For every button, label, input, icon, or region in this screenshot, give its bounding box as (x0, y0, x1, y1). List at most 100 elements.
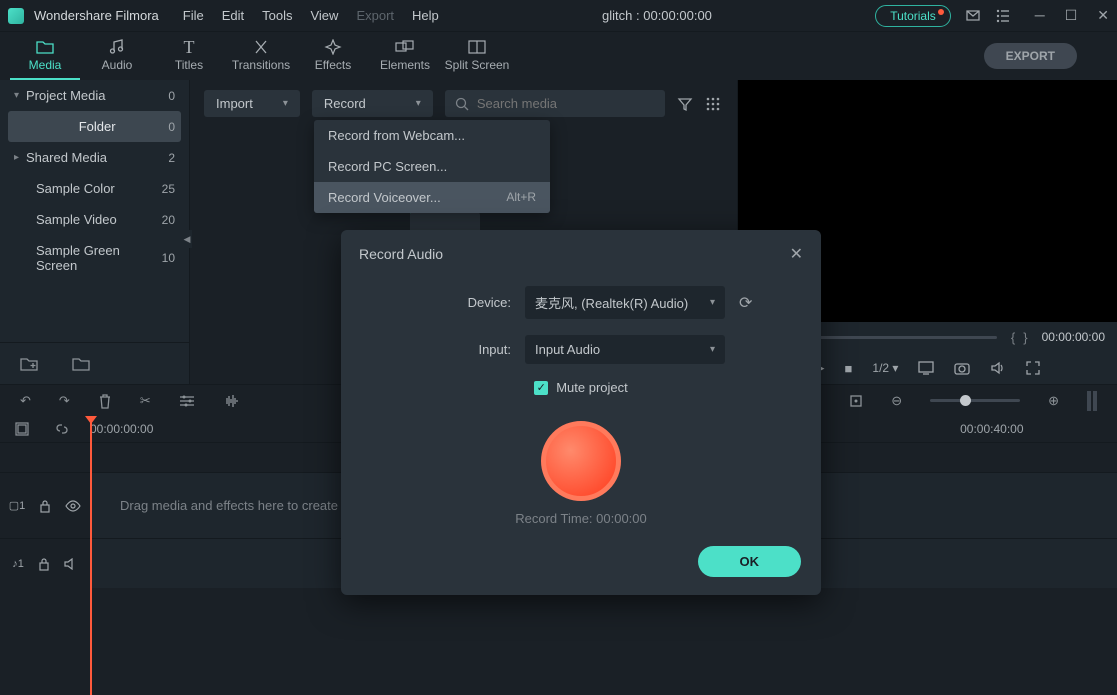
stop-button[interactable]: ■ (845, 361, 853, 376)
chevron-down-icon: ▾ (416, 98, 421, 109)
zoom-in-icon[interactable]: ⊕ (1048, 393, 1059, 409)
lock-icon[interactable] (38, 557, 50, 571)
menu-record-webcam[interactable]: Record from Webcam... (314, 120, 550, 151)
collapse-handle-icon[interactable]: ◀ (182, 230, 192, 248)
menu-record-voiceover[interactable]: Record Voiceover... Alt+R (314, 182, 550, 213)
menu-view[interactable]: View (310, 8, 338, 23)
title-bar-right: Tutorials ─ ☐ ✕ (875, 5, 1109, 27)
mute-label: Mute project (556, 380, 628, 395)
tab-effects[interactable]: Effects (298, 32, 368, 80)
chevron-down-icon: ▾ (710, 297, 715, 308)
project-title: glitch : 00:00:00:00 (439, 8, 875, 23)
fullscreen-icon[interactable] (1026, 361, 1040, 375)
tab-bar: Media Audio T Titles Transitions Effects… (0, 32, 1117, 80)
mark-out-icon[interactable]: } (1023, 330, 1027, 345)
main-menu: File Edit Tools View Export Help (183, 8, 439, 23)
search-icon (455, 97, 469, 111)
notify-icon[interactable] (965, 8, 981, 24)
adjust-button[interactable] (179, 394, 195, 408)
timeline-layers-icon[interactable] (14, 421, 30, 437)
refresh-icon[interactable]: ⟳ (739, 293, 752, 313)
cut-button[interactable]: ✂ (140, 393, 151, 409)
display-icon[interactable] (918, 361, 934, 375)
volume-icon[interactable] (990, 361, 1006, 375)
sidebar-item-sample-green[interactable]: Sample Green Screen 10 (0, 235, 189, 281)
sidebar: ▾ Project Media 0 Folder 0 ▸ Shared Medi… (0, 80, 190, 384)
filter-icon[interactable] (677, 96, 693, 112)
tasks-icon[interactable] (995, 8, 1011, 24)
export-button[interactable]: EXPORT (984, 43, 1077, 69)
maximize-button[interactable]: ☐ (1065, 7, 1078, 24)
volume-meter (1087, 391, 1097, 411)
app-logo-icon (8, 8, 24, 24)
playhead[interactable] (90, 416, 92, 695)
sidebar-item-sample-video[interactable]: Sample Video 20 (0, 204, 189, 235)
music-icon (108, 38, 126, 56)
search-field[interactable] (445, 90, 665, 117)
menu-export: Export (356, 8, 394, 23)
device-row: Device: 麦克风, (Realtek(R) Audio) ▾ ⟳ (341, 278, 821, 327)
tab-transitions[interactable]: Transitions (226, 32, 296, 80)
sidebar-item-shared-media[interactable]: ▸ Shared Media 2 (0, 142, 189, 173)
transitions-icon (252, 38, 270, 56)
ok-button[interactable]: OK (698, 546, 802, 577)
speaker-icon[interactable] (64, 558, 78, 570)
video-track-label: ▢1 (9, 499, 26, 512)
window-controls: ─ ☐ ✕ (1035, 7, 1109, 24)
tab-elements[interactable]: Elements (370, 32, 440, 80)
minimize-button[interactable]: ─ (1035, 7, 1045, 24)
mark-in-icon[interactable]: { (1011, 330, 1015, 345)
close-button[interactable]: ✕ (1097, 7, 1109, 24)
search-input[interactable] (477, 96, 655, 111)
sidebar-item-project-media[interactable]: ▾ Project Media 0 (0, 80, 189, 111)
menu-tools[interactable]: Tools (262, 8, 292, 23)
record-button[interactable] (541, 421, 621, 501)
eye-icon[interactable] (65, 500, 81, 512)
menu-record-screen[interactable]: Record PC Screen... (314, 151, 550, 182)
folder-icon (36, 38, 54, 56)
device-select[interactable]: 麦克风, (Realtek(R) Audio) ▾ (525, 286, 725, 319)
mute-checkbox[interactable]: ✓ (534, 381, 548, 395)
grid-view-icon[interactable] (705, 96, 721, 112)
sidebar-item-folder[interactable]: Folder 0 (8, 111, 181, 142)
record-dropdown[interactable]: Record ▾ (312, 90, 433, 117)
video-track-header: ▢1 (0, 473, 90, 538)
menu-file[interactable]: File (183, 8, 204, 23)
elements-icon (395, 38, 415, 56)
audio-track-label: ♪1 (12, 558, 24, 570)
preview-zoom-dropdown[interactable]: 1/2 ▾ (872, 361, 898, 375)
record-time: Record Time: 00:00:00 (341, 511, 821, 526)
chevron-down-icon: ▾ (283, 98, 288, 109)
tab-audio[interactable]: Audio (82, 32, 152, 80)
redo-button[interactable]: ↷ (59, 393, 70, 409)
input-row: Input: Input Audio ▾ (341, 327, 821, 372)
tutorials-button[interactable]: Tutorials (875, 5, 951, 27)
tab-splitscreen[interactable]: Split Screen (442, 32, 512, 80)
import-dropdown[interactable]: Import ▾ (204, 90, 300, 117)
chevron-down-icon: ▾ (710, 344, 715, 355)
delete-button[interactable] (98, 393, 112, 409)
close-icon[interactable]: ✕ (790, 244, 803, 264)
tab-media[interactable]: Media (10, 32, 80, 80)
waveform-button[interactable] (223, 394, 241, 408)
input-select[interactable]: Input Audio ▾ (525, 335, 725, 364)
chevron-down-icon: ▾ (14, 90, 26, 101)
mute-row: ✓ Mute project (341, 372, 821, 403)
timeline-link-icon[interactable] (54, 421, 70, 437)
camera-icon[interactable] (954, 361, 970, 375)
menu-help[interactable]: Help (412, 8, 439, 23)
sidebar-bottom-toolbar (0, 342, 189, 384)
sidebar-item-sample-color[interactable]: Sample Color 25 (0, 173, 189, 204)
chevron-right-icon: ▸ (14, 152, 26, 163)
sidebar-list: ▾ Project Media 0 Folder 0 ▸ Shared Medi… (0, 80, 189, 342)
undo-button[interactable]: ↶ (20, 393, 31, 409)
add-folder-icon[interactable] (20, 357, 38, 371)
marker-icon[interactable] (849, 394, 863, 408)
lock-icon[interactable] (39, 499, 51, 513)
zoom-out-icon[interactable]: ⊖ (891, 393, 902, 409)
menu-edit[interactable]: Edit (222, 8, 244, 23)
dialog-title: Record Audio (359, 246, 790, 262)
open-folder-icon[interactable] (72, 357, 90, 371)
tab-titles[interactable]: T Titles (154, 32, 224, 80)
zoom-slider[interactable] (930, 399, 1020, 402)
